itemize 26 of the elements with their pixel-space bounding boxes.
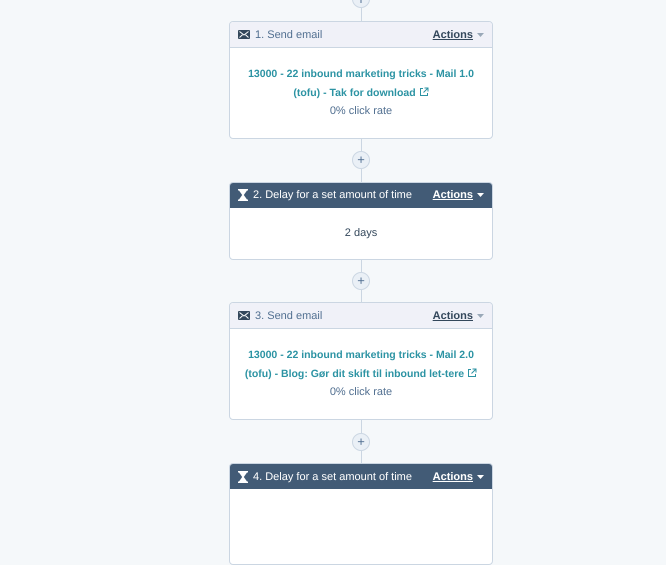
envelope-icon (238, 311, 250, 320)
caret-icon (477, 32, 484, 37)
step-title: 4. Delay for a set amount of time (253, 470, 413, 482)
step-title: 2. Delay for a set amount of time (253, 189, 413, 202)
hourglass-icon (238, 189, 248, 202)
delay-duration: 2 days (344, 226, 378, 241)
step-title: 1. Send email (255, 28, 324, 41)
hourglass-icon (238, 470, 248, 482)
add-step-button[interactable]: + (352, 151, 370, 170)
step-title: 3. Send email (255, 310, 324, 322)
external-link-icon (418, 86, 429, 97)
email-link[interactable]: 13000 - 22 inbound marketing tricks - Mail 1.0 (tofu) - Tak for download (240, 65, 482, 102)
click-rate-text: 0% click rate (328, 385, 394, 400)
click-rate-text: 0% click rate (328, 104, 394, 120)
actions-dropdown[interactable]: Actions (432, 189, 484, 202)
actions-dropdown[interactable]: Actions (432, 28, 484, 41)
caret-icon (477, 314, 484, 318)
actions-dropdown[interactable]: Actions (432, 470, 484, 482)
email-link[interactable]: 13000 - 22 inbound marketing tricks - Mail 2.0 (tofu) - Blog: Gør dit skift til inbound let-tere (240, 346, 482, 384)
add-step-button[interactable]: + (352, 432, 370, 451)
envelope-icon (238, 30, 250, 40)
caret-icon (477, 193, 484, 198)
actions-dropdown[interactable]: Actions (432, 310, 484, 322)
external-link-icon (467, 368, 478, 378)
caret-icon (477, 474, 484, 478)
add-step-button[interactable]: + (352, 272, 370, 290)
